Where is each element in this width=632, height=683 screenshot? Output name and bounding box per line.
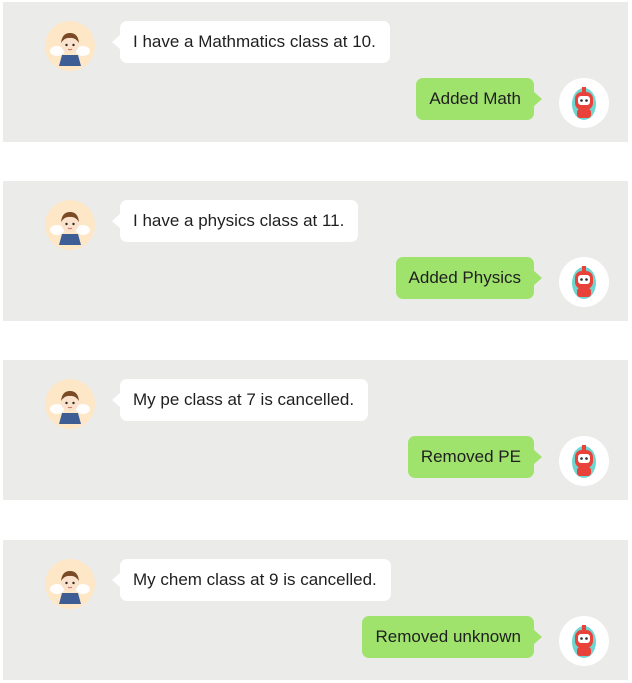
bot-reply-bubble: Added Physics <box>395 257 543 299</box>
chat-exchange: I have a physics class at 11. Added Phys… <box>3 181 628 321</box>
user-avatar <box>45 21 95 71</box>
user-avatar <box>45 200 95 250</box>
red-robot-avatar-icon <box>572 445 596 478</box>
bot-avatar <box>559 436 609 486</box>
red-robot-avatar-icon <box>572 266 596 299</box>
user-message-bubble: I have a physics class at 11. <box>111 200 359 242</box>
bot-avatar <box>559 257 609 307</box>
user-message-bubble: My pe class at 7 is cancelled. <box>111 379 369 421</box>
boy-angel-avatar-icon <box>50 391 90 424</box>
red-robot-avatar-icon <box>572 625 596 658</box>
chat-exchange: My chem class at 9 is cancelled. Removed… <box>3 540 628 680</box>
bot-avatar <box>559 78 609 128</box>
user-avatar <box>45 559 95 609</box>
bot-avatar <box>559 616 609 666</box>
bot-reply-bubble: Removed PE <box>407 436 543 478</box>
user-avatar <box>45 379 95 429</box>
red-robot-avatar-icon <box>572 87 596 120</box>
chat-exchange: My pe class at 7 is cancelled. Removed P… <box>3 360 628 500</box>
boy-angel-avatar-icon <box>50 571 90 604</box>
bot-reply-bubble: Added Math <box>416 78 542 120</box>
user-message-bubble: I have a Mathmatics class at 10. <box>112 21 390 63</box>
boy-angel-avatar-icon <box>50 212 90 245</box>
user-message-bubble: My chem class at 9 is cancelled. <box>112 559 391 601</box>
boy-angel-avatar-icon <box>50 33 90 66</box>
chat-exchange: I have a Mathmatics class at 10. Added M… <box>3 2 628 142</box>
bot-reply-bubble: Removed unknown <box>362 616 542 658</box>
